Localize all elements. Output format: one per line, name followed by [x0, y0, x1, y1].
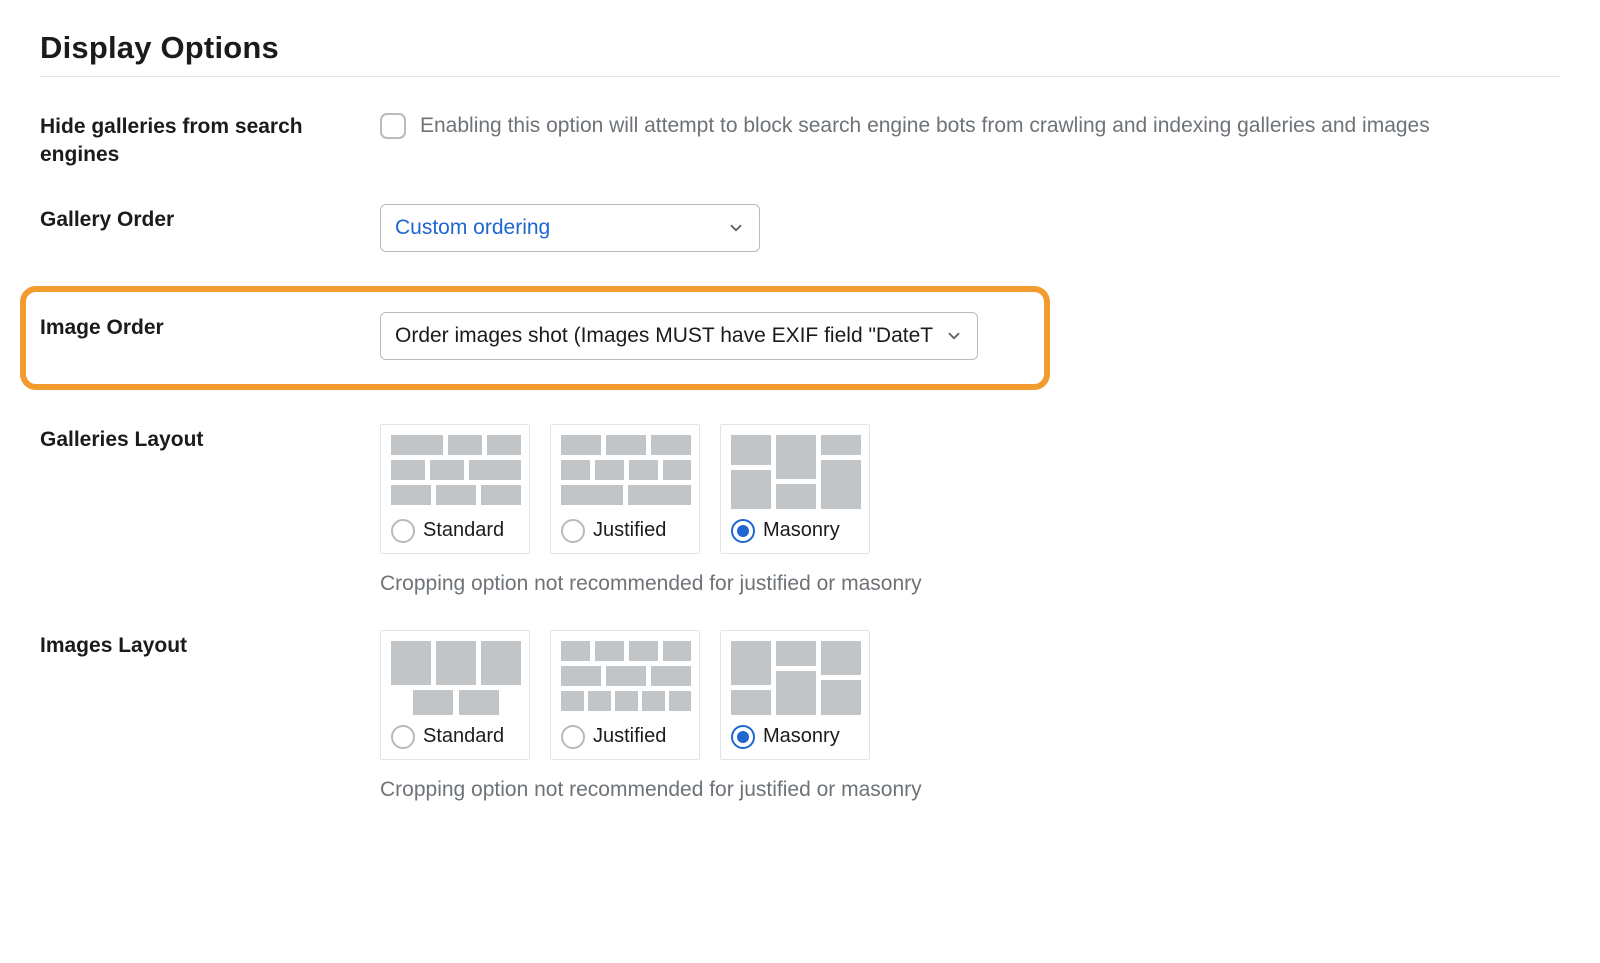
gallery-order-label: Gallery Order	[40, 204, 360, 234]
chevron-down-icon	[945, 327, 963, 345]
hide-galleries-checkbox[interactable]	[380, 113, 406, 139]
galleries-layout-option-label: Standard	[423, 519, 504, 542]
masonry-layout-icon	[731, 435, 861, 509]
galleries-layout-option-standard[interactable]: Standard	[380, 424, 530, 554]
galleries-layout-option-label: Justified	[593, 519, 666, 542]
galleries-layout-option-masonry[interactable]: Masonry	[720, 424, 870, 554]
images-layout-option-masonry[interactable]: Masonry	[720, 630, 870, 760]
gallery-order-value: Custom ordering	[395, 216, 550, 240]
images-layout-option-justified[interactable]: Justified	[550, 630, 700, 760]
image-order-value: Order images shot (Images MUST have EXIF…	[395, 324, 933, 348]
row-gallery-order: Gallery Order Custom ordering	[40, 204, 1560, 252]
galleries-layout-option-label: Masonry	[763, 519, 840, 542]
images-layout-option-label: Masonry	[763, 725, 840, 748]
images-layout-option-label: Justified	[593, 725, 666, 748]
hide-galleries-label: Hide galleries from search engines	[40, 111, 360, 170]
row-hide-galleries: Hide galleries from search engines Enabl…	[40, 111, 1560, 170]
galleries-layout-options: Standard Justified	[380, 424, 1520, 554]
row-images-layout: Images Layout Standard	[40, 630, 1560, 802]
hide-galleries-description: Enabling this option will attempt to blo…	[420, 111, 1430, 140]
galleries-layout-radio-masonry[interactable]	[731, 519, 755, 543]
image-order-label: Image Order	[40, 312, 360, 342]
images-layout-options: Standard Justified	[380, 630, 1520, 760]
page-title: Display Options	[40, 30, 1560, 66]
title-divider	[40, 76, 1560, 77]
image-order-highlight: Image Order Order images shot (Images MU…	[20, 286, 1050, 390]
images-layout-hint: Cropping option not recommended for just…	[380, 778, 1520, 802]
images-layout-radio-masonry[interactable]	[731, 725, 755, 749]
images-layout-radio-justified[interactable]	[561, 725, 585, 749]
justified-layout-icon	[561, 641, 691, 715]
galleries-layout-radio-justified[interactable]	[561, 519, 585, 543]
images-layout-option-label: Standard	[423, 725, 504, 748]
chevron-down-icon	[727, 219, 745, 237]
galleries-layout-radio-standard[interactable]	[391, 519, 415, 543]
image-order-select[interactable]: Order images shot (Images MUST have EXIF…	[380, 312, 978, 360]
masonry-layout-icon	[731, 641, 861, 715]
standard-layout-icon	[391, 641, 521, 715]
galleries-layout-hint: Cropping option not recommended for just…	[380, 572, 1520, 596]
galleries-layout-option-justified[interactable]: Justified	[550, 424, 700, 554]
justified-layout-icon	[561, 435, 691, 509]
standard-layout-icon	[391, 435, 521, 509]
images-layout-option-standard[interactable]: Standard	[380, 630, 530, 760]
row-image-order: Image Order Order images shot (Images MU…	[40, 312, 1024, 360]
images-layout-radio-standard[interactable]	[391, 725, 415, 749]
images-layout-label: Images Layout	[40, 630, 360, 660]
galleries-layout-label: Galleries Layout	[40, 424, 360, 454]
gallery-order-select[interactable]: Custom ordering	[380, 204, 760, 252]
row-galleries-layout: Galleries Layout Standard	[40, 424, 1560, 596]
